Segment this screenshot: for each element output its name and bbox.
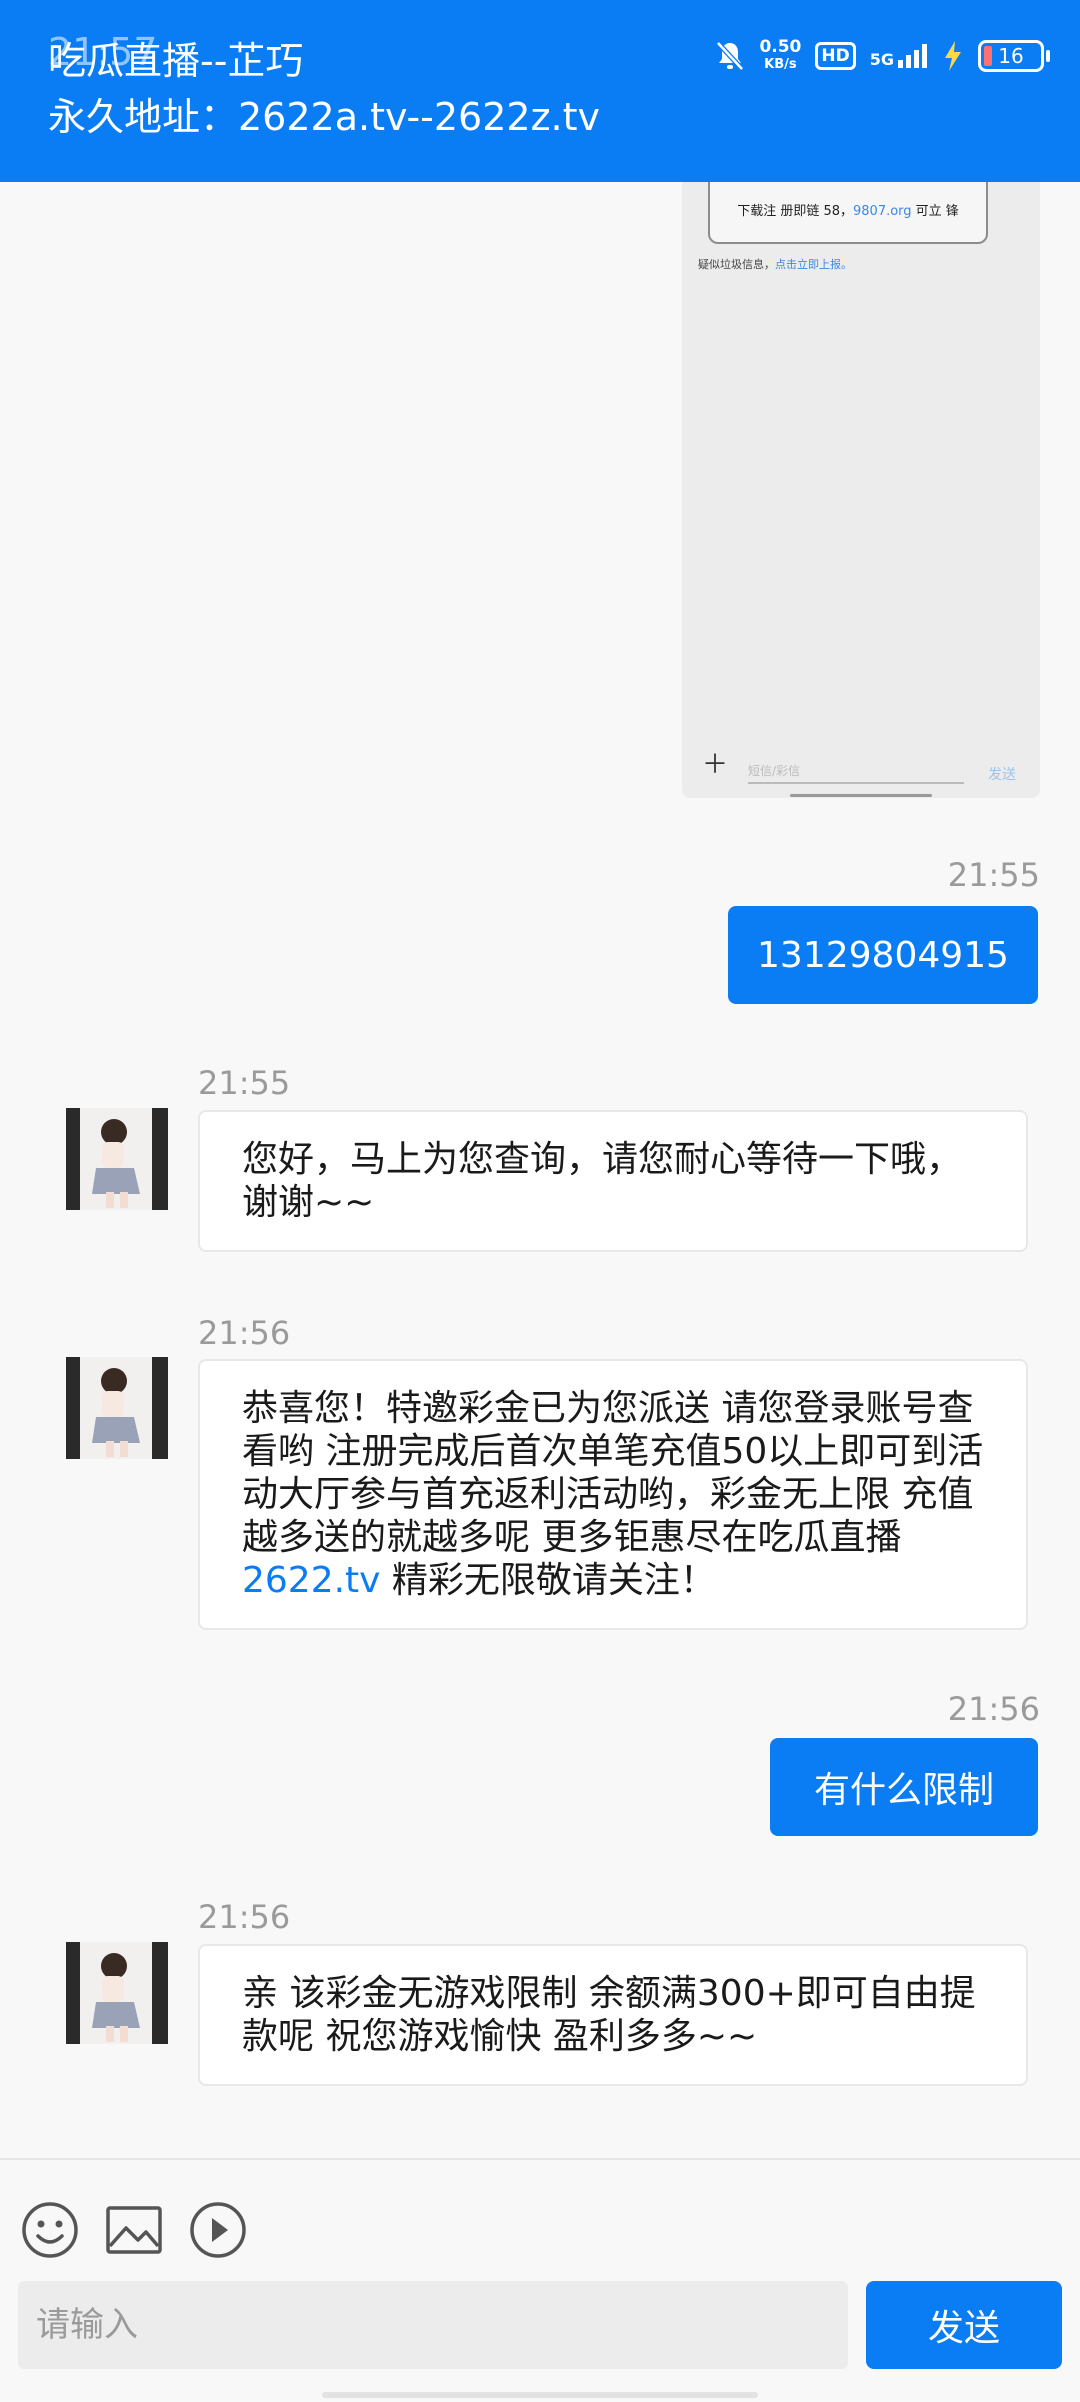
net-speed-value: 0.50 <box>759 37 802 57</box>
message-text: 13129804915 <box>757 934 1009 976</box>
chat-title: 吃瓜直播--芷巧 <box>48 39 304 83</box>
network-type: 5G <box>869 50 894 69</box>
mute-bell-icon <box>716 41 745 71</box>
screenshot-home-bar <box>790 794 932 797</box>
outgoing-message[interactable]: 有什么限制 <box>770 1738 1038 1836</box>
plus-icon: ＋ <box>702 750 729 780</box>
screenshot-sms-input: 短信/彩信 <box>748 762 964 784</box>
message-text: 亲 该彩金无游戏限制 余额满300+即可自由提款呢 祝您游戏愉快 盈利多多~~ <box>242 1973 976 2057</box>
incoming-message[interactable]: 您好，马上为您查询，请您耐心等待一下哦，谢谢~~ <box>198 1110 1028 1252</box>
message-text-suffix: 精彩无限敬请关注！ <box>380 1560 716 1601</box>
avatar-image <box>66 1357 168 1459</box>
avatar-image <box>66 1942 168 2044</box>
screenshot-sms-link: 9807.org <box>853 204 912 219</box>
message-time: 21:56 <box>198 1898 291 1936</box>
screenshot-sms-bubble: 下载注 册即链 58，9807.org 可立 锋 <box>708 182 988 244</box>
spam-notice-text: 疑似垃圾信息， <box>698 258 775 271</box>
spam-report-link: 点击立即上报。 <box>775 258 852 271</box>
composer-bar: 发送 <box>0 2158 1080 2402</box>
screenshot-sms-suffix: 可立 锋 <box>911 204 959 219</box>
chat-subtitle: 永久地址：2622a.tv--2622z.tv <box>48 95 600 139</box>
net-speed-unit: KB/s <box>764 57 797 72</box>
send-button[interactable]: 发送 <box>866 2281 1062 2369</box>
message-link[interactable]: 2622.tv <box>242 1560 380 1601</box>
message-screenshot-image[interactable]: 下载注 册即链 58，9807.org 可立 锋 疑似垃圾信息，点击立即上报。 … <box>682 182 1040 798</box>
avatar[interactable] <box>66 1942 168 2044</box>
signal-5g-icon: 5G <box>870 44 928 68</box>
status-icons: 0.50 KB/s HD 5G 16 <box>715 36 1050 76</box>
hd-badge: HD <box>815 42 856 70</box>
signal-bars-icon <box>898 44 927 68</box>
message-text: 有什么限制 <box>813 1770 994 1811</box>
message-time: 21:55 <box>198 1064 291 1102</box>
avatar-image <box>66 1108 168 1210</box>
incoming-message[interactable]: 恭喜您！特邀彩金已为您派送 请您登录账号查看哟 注册完成后首次单笔充值50以上即… <box>198 1359 1028 1630</box>
outgoing-message[interactable]: 13129804915 <box>728 906 1038 1004</box>
screenshot-send-label: 发送 <box>988 767 1016 783</box>
avatar[interactable] <box>66 1108 168 1210</box>
message-text: 您好，马上为您查询，请您耐心等待一下哦，谢谢~~ <box>242 1139 963 1223</box>
avatar[interactable] <box>66 1357 168 1459</box>
battery-level: 16 <box>998 44 1024 68</box>
image-icon[interactable] <box>104 2200 164 2260</box>
message-text: 恭喜您！特邀彩金已为您派送 请您登录账号查看哟 注册完成后首次单笔充值50以上即… <box>242 1388 984 1558</box>
battery-icon: 16 <box>978 40 1050 72</box>
home-indicator[interactable] <box>322 2392 758 2398</box>
message-input[interactable] <box>18 2281 848 2369</box>
chat-header: 21:57 吃瓜直播--芷巧 永久地址：2622a.tv--2622z.tv 0… <box>0 0 1080 182</box>
message-time: 21:55 <box>947 856 1040 894</box>
charging-icon <box>945 41 961 71</box>
incoming-message[interactable]: 亲 该彩金无游戏限制 余额满300+即可自由提款呢 祝您游戏愉快 盈利多多~~ <box>198 1944 1028 2086</box>
screenshot-sms-prefix: 下载注 册即链 58， <box>737 204 853 219</box>
message-time: 21:56 <box>947 1690 1040 1728</box>
net-speed: 0.50 KB/s <box>759 38 801 74</box>
play-icon[interactable] <box>188 2200 248 2260</box>
message-time: 21:56 <box>198 1314 291 1352</box>
smiley-icon[interactable] <box>20 2200 80 2260</box>
screenshot-spam-notice: 疑似垃圾信息，点击立即上报。 <box>698 256 852 272</box>
